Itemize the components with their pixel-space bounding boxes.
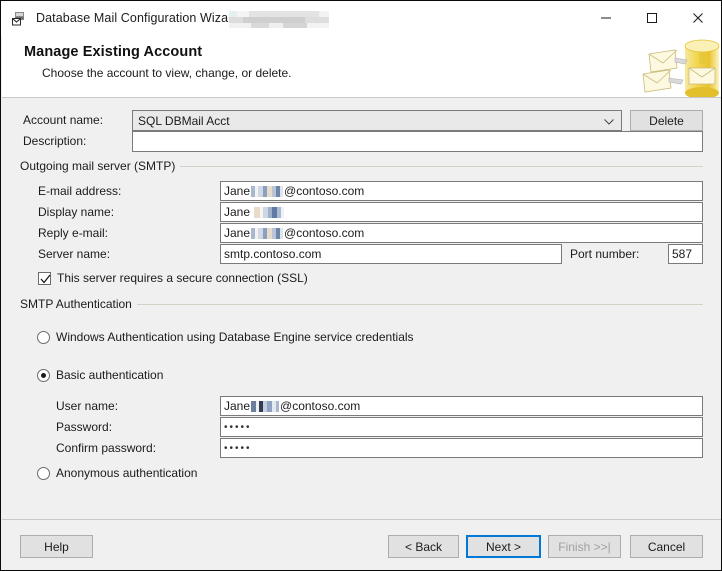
confirm-password-label: Confirm password: — [56, 441, 156, 455]
password-label: Password: — [56, 420, 112, 434]
username-domain: @contoso.com — [280, 399, 360, 413]
maximize-button[interactable] — [629, 1, 675, 34]
close-button[interactable] — [675, 1, 721, 34]
ssl-checkbox[interactable] — [38, 272, 51, 285]
display-name-value: Jane — [224, 205, 250, 219]
smtp-group-label: Outgoing mail server (SMTP) — [20, 159, 180, 173]
confirm-password-value: ••••• — [224, 444, 252, 454]
password-input[interactable]: ••••• — [220, 417, 703, 437]
display-name-label: Display name: — [38, 205, 114, 219]
description-label: Description: — [23, 134, 86, 148]
help-button[interactable]: Help — [20, 535, 93, 558]
email-address-label: E-mail address: — [38, 184, 121, 198]
finish-button: Finish >>| — [548, 535, 621, 558]
cancel-button[interactable]: Cancel — [630, 535, 703, 558]
minimize-button[interactable] — [583, 1, 629, 34]
page-title: Manage Existing Account — [24, 44, 202, 60]
wizard-banner: Manage Existing Account Choose the accou… — [2, 36, 721, 98]
reply-email-value: Jane — [224, 226, 250, 240]
reply-email-domain: @contoso.com — [284, 226, 364, 240]
username-input[interactable]: Jane @contoso.com — [220, 396, 703, 416]
confirm-password-input[interactable]: ••••• — [220, 438, 703, 458]
database-mail-banner-icon — [619, 36, 721, 97]
port-number-label: Port number: — [570, 247, 639, 261]
auth-group-divider — [130, 304, 703, 305]
back-button[interactable]: < Back — [388, 535, 459, 558]
password-value: ••••• — [224, 423, 252, 433]
delete-button[interactable]: Delete — [630, 110, 703, 131]
account-name-value: SQL DBMail Acct — [138, 114, 230, 128]
server-name-label: Server name: — [38, 247, 110, 261]
smtp-group-divider — [159, 166, 703, 167]
reply-email-redaction — [251, 228, 283, 239]
title-redaction — [229, 11, 329, 28]
email-address-domain: @contoso.com — [284, 184, 364, 198]
port-number-input[interactable]: 587 — [668, 244, 703, 264]
server-name-input[interactable]: smtp.contoso.com — [220, 244, 562, 264]
anonymous-auth-radio[interactable] — [37, 467, 50, 480]
reply-email-input[interactable]: Jane @contoso.com — [220, 223, 703, 243]
email-address-input[interactable]: Jane @contoso.com — [220, 181, 703, 201]
ssl-checkbox-label[interactable]: This server requires a secure connection… — [57, 271, 308, 285]
page-subtitle: Choose the account to view, change, or d… — [42, 66, 292, 80]
basic-auth-label[interactable]: Basic authentication — [56, 368, 163, 382]
display-name-redaction — [254, 207, 284, 218]
window-title: Database Mail Configuration Wizard — [36, 1, 240, 36]
account-name-combobox[interactable]: SQL DBMail Acct — [132, 110, 622, 131]
window-controls — [583, 1, 721, 34]
chevron-down-icon — [604, 114, 614, 128]
auth-group-label: SMTP Authentication — [20, 297, 137, 311]
account-name-label: Account name: — [23, 113, 103, 127]
email-address-value: Jane — [224, 184, 250, 198]
username-value: Jane — [224, 399, 250, 413]
display-name-input[interactable]: Jane — [220, 202, 703, 222]
title-bar: Database Mail Configuration Wizard — [1, 1, 721, 36]
basic-auth-radio[interactable] — [37, 369, 50, 382]
windows-auth-radio[interactable] — [37, 331, 50, 344]
database-mail-configuration-wizard-window: Database Mail Configuration Wizard — [0, 0, 722, 571]
wizard-footer: Help < Back Next > Finish >>| Cancel — [2, 519, 721, 570]
description-input[interactable] — [132, 131, 703, 152]
radio-selected-dot — [41, 373, 46, 378]
mail-database-icon — [11, 11, 27, 27]
reply-email-label: Reply e-mail: — [38, 226, 108, 240]
anonymous-auth-label[interactable]: Anonymous authentication — [56, 466, 197, 480]
username-label: User name: — [56, 399, 118, 413]
next-button[interactable]: Next > — [466, 535, 541, 558]
checkmark-icon — [40, 274, 51, 285]
windows-auth-label[interactable]: Windows Authentication using Database En… — [56, 330, 414, 344]
email-address-redaction — [251, 186, 283, 197]
username-redaction — [251, 401, 279, 412]
wizard-content: Account name: SQL DBMail Acct Delete Des… — [2, 99, 721, 519]
